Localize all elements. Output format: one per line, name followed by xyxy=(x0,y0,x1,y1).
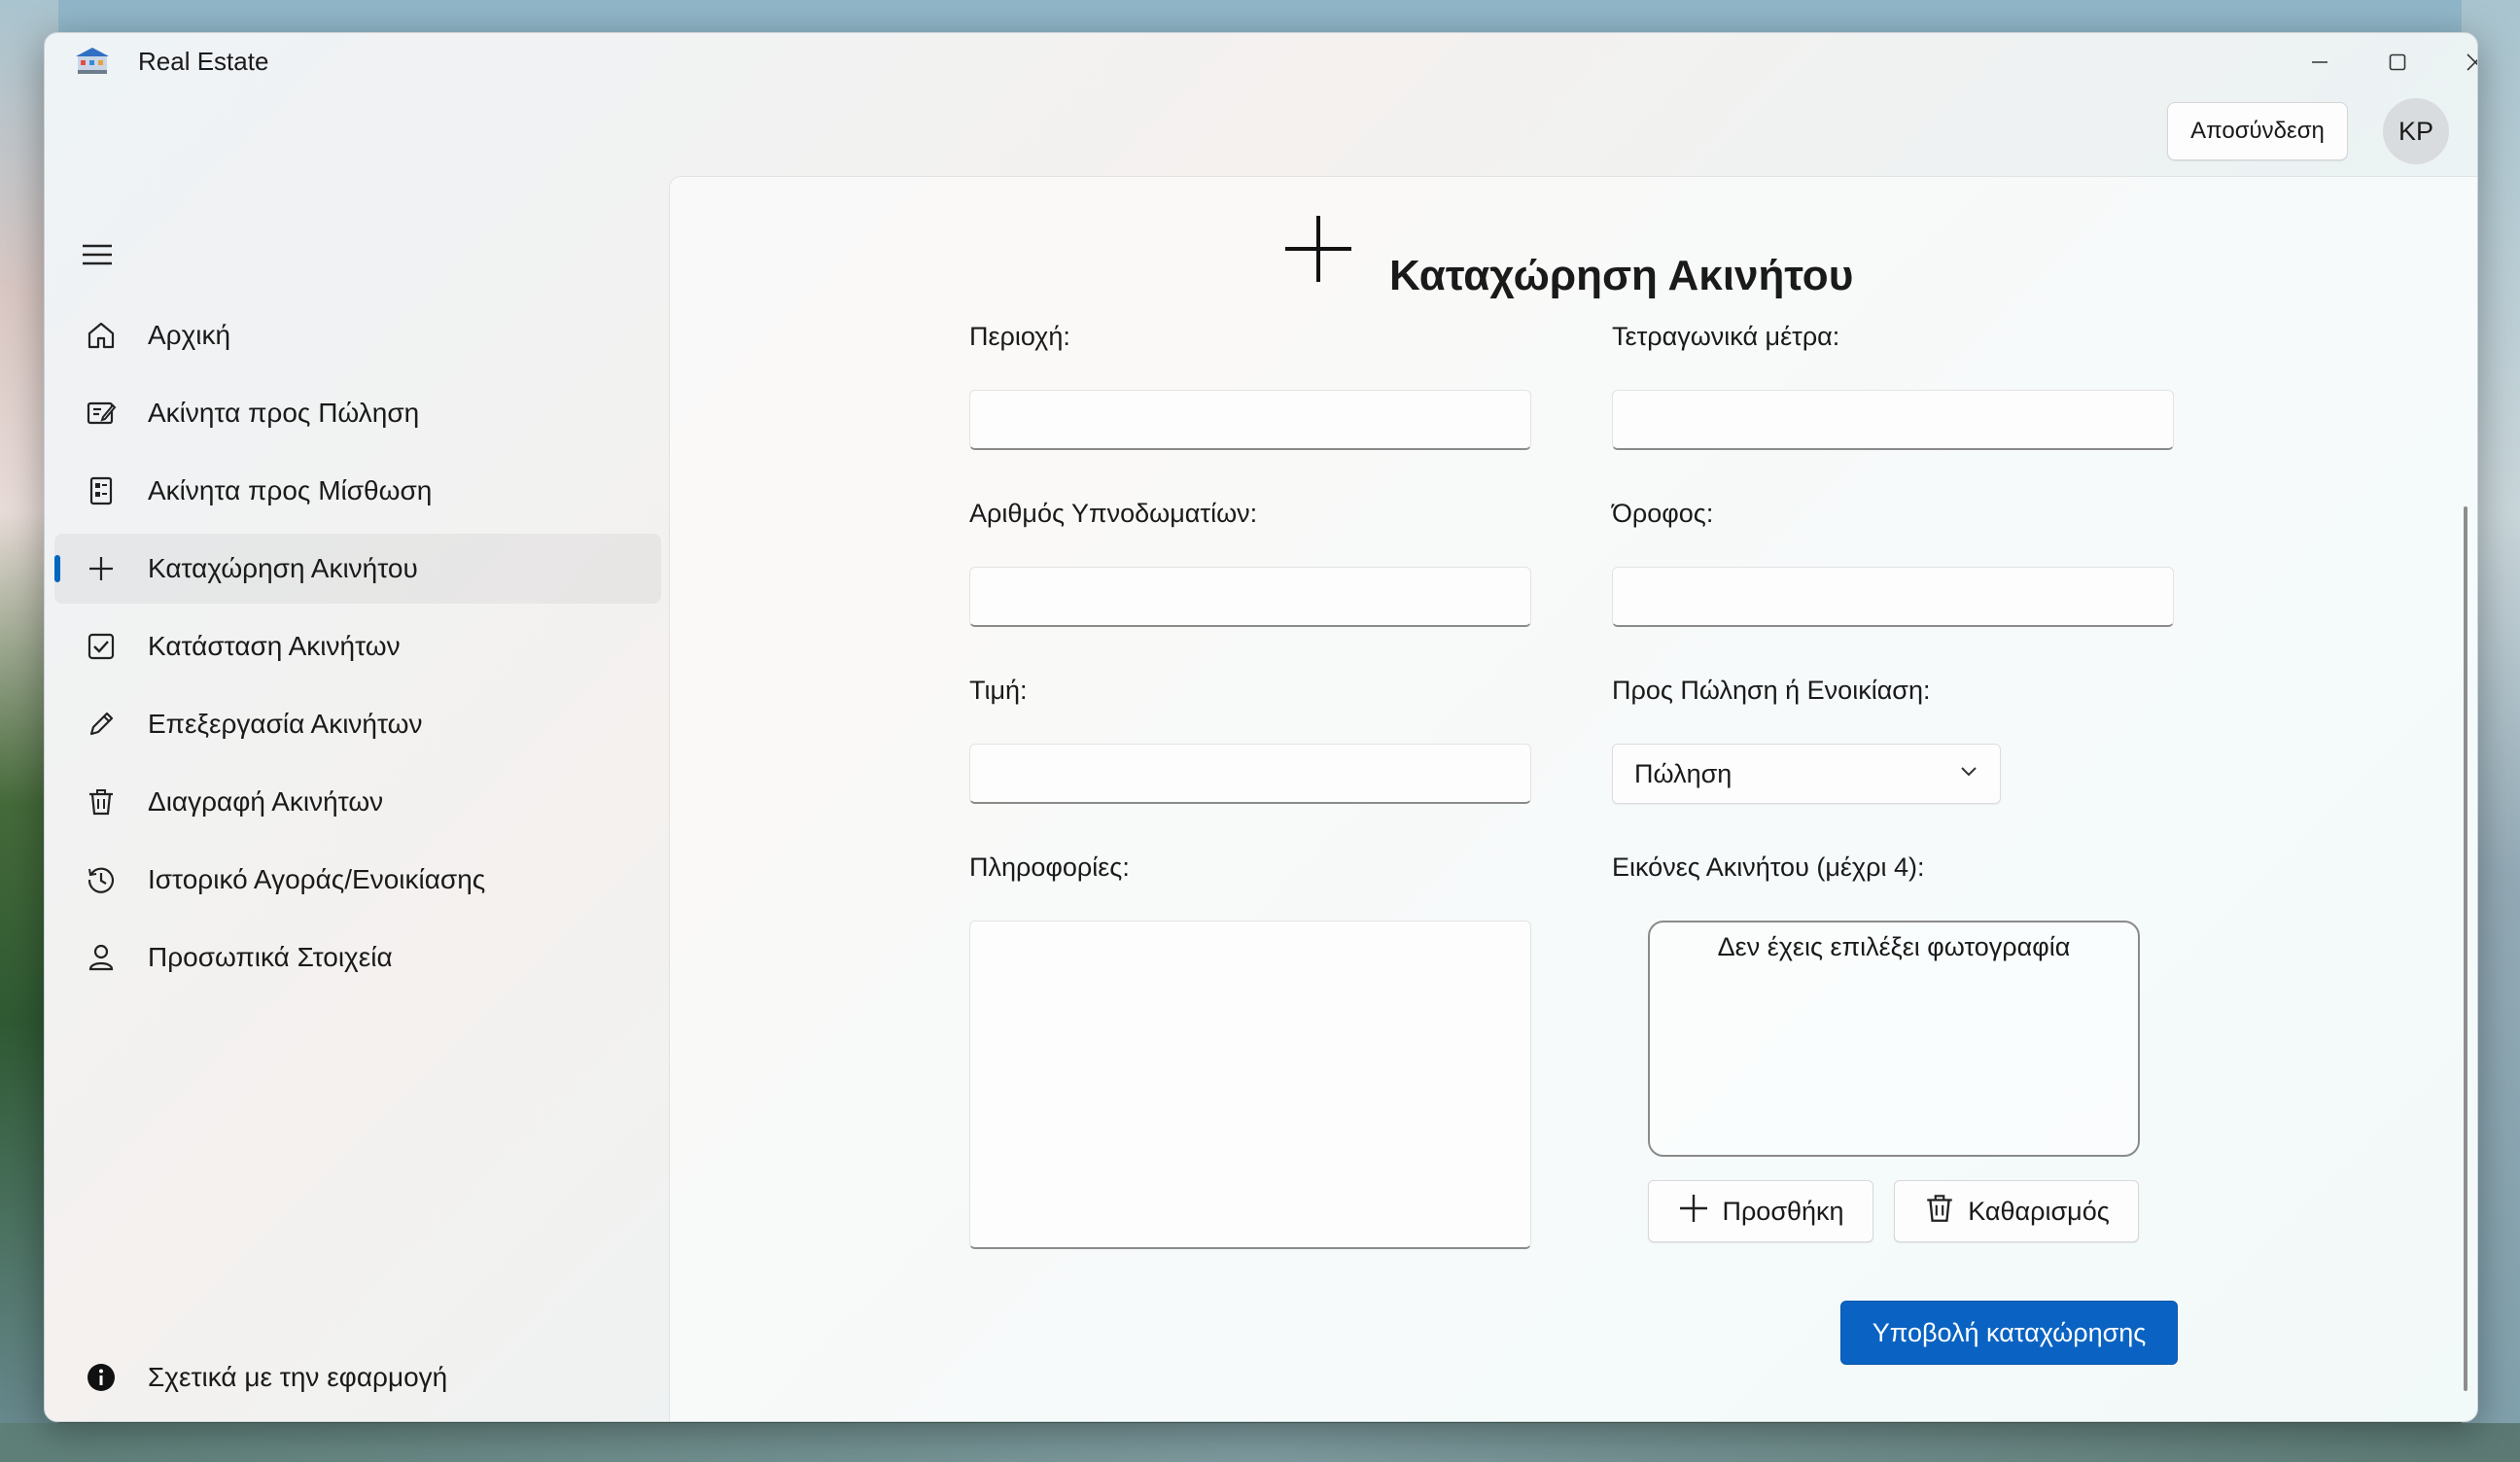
home-icon xyxy=(84,318,119,353)
listing-type-label: Προς Πώληση ή Ενοικίαση: xyxy=(1612,676,1931,705)
info-icon xyxy=(84,1360,119,1395)
logout-button[interactable]: Αποσύνδεση xyxy=(2167,102,2348,160)
desktop-background-bottom xyxy=(0,1423,2520,1462)
plus-icon xyxy=(84,551,119,586)
listing-type-dropdown[interactable]: Πώληση xyxy=(1612,744,2001,804)
app-window: Real Estate Αποσύνδεση KP Αρχική Ακίνητα… xyxy=(44,32,2478,1422)
sidebar-item-label: Επεξεργασία Ακινήτων xyxy=(148,709,423,739)
sidebar-item-property-status[interactable]: Κατάσταση Ακινήτων xyxy=(54,611,661,681)
maximize-button[interactable] xyxy=(2359,33,2436,91)
sidebar-item-about[interactable]: Σχετικά με την εφαρμογή xyxy=(54,1342,661,1412)
person-icon xyxy=(84,940,119,975)
sqm-input[interactable] xyxy=(1612,390,2174,450)
sidebar-item-label: Διαγραφή Ακινήτων xyxy=(148,786,384,817)
sidebar-item-label: Αρχική xyxy=(148,320,231,350)
sidebar-item-label: Κατάσταση Ακινήτων xyxy=(148,631,401,661)
sidebar-item-label: Καταχώρηση Ακινήτου xyxy=(148,553,418,583)
chevron-down-icon xyxy=(1959,765,1978,783)
clear-images-label: Καθαρισμός xyxy=(1968,1196,2110,1226)
pencil-icon xyxy=(84,707,119,742)
sidebar-item-add-property[interactable]: Καταχώρηση Ακινήτου xyxy=(54,534,661,604)
app-title: Real Estate xyxy=(138,47,269,76)
submit-listing-button[interactable]: Υποβολή καταχώρησης xyxy=(1840,1301,2178,1365)
trash-icon xyxy=(1923,1191,1956,1233)
floor-label: Όροφος: xyxy=(1612,499,1714,528)
clear-images-button[interactable]: Καθαρισμός xyxy=(1894,1180,2139,1242)
sidebar-item-personal-info[interactable]: Προσωπικά Στοιχεία xyxy=(54,922,661,992)
sidebar-item-label: Προσωπικά Στοιχεία xyxy=(148,942,393,972)
close-icon xyxy=(2467,53,2477,71)
trash-icon xyxy=(84,784,119,819)
area-label: Περιοχή: xyxy=(969,322,1070,351)
sidebar-item-home[interactable]: Αρχική xyxy=(54,300,661,370)
info-label: Πληροφορίες: xyxy=(969,853,1130,882)
app-logo-icon xyxy=(76,47,109,76)
price-label: Τιμή: xyxy=(969,676,1028,705)
images-label: Εικόνες Ακινήτου (μέχρι 4): xyxy=(1612,853,1925,882)
minimize-icon xyxy=(2312,61,2328,63)
checkbox-icon xyxy=(84,629,119,664)
title-bar[interactable]: Real Estate xyxy=(45,33,2477,91)
selection-indicator xyxy=(54,555,60,582)
sidebar-item-history[interactable]: Ιστορικό Αγοράς/Ενοικίασης xyxy=(54,845,661,915)
floor-input[interactable] xyxy=(1612,567,2174,627)
sqm-label: Τετραγωνικά μέτρα: xyxy=(1612,322,1840,351)
hamburger-icon xyxy=(83,244,112,265)
content-panel xyxy=(669,176,2477,1421)
images-preview-box: Δεν έχεις επιλέξει φωτογραφία xyxy=(1648,921,2140,1157)
plus-icon xyxy=(1677,1192,1710,1232)
bedrooms-label: Αριθμός Υπνοδωματίων: xyxy=(969,499,1258,528)
sidebar-item-label: Σχετικά με την εφαρμογή xyxy=(148,1362,448,1392)
sidebar-item-label: Ακίνητα προς Μίσθωση xyxy=(148,475,433,505)
page-title: Καταχώρηση Ακινήτου xyxy=(1389,252,1854,299)
area-input[interactable] xyxy=(969,390,1531,450)
maximize-icon xyxy=(2389,53,2406,71)
sidebar-item-for-sale[interactable]: Ακίνητα προς Πώληση xyxy=(54,378,661,448)
price-input[interactable] xyxy=(969,744,1531,804)
sidebar-item-label: Ιστορικό Αγοράς/Ενοικίασης xyxy=(148,864,486,894)
images-empty-text: Δεν έχεις επιλέξει φωτογραφία xyxy=(1717,932,2071,961)
sidebar-item-label: Ακίνητα προς Πώληση xyxy=(148,398,420,428)
vertical-scrollbar[interactable] xyxy=(2464,506,2468,1391)
info-textarea[interactable] xyxy=(969,921,1531,1249)
page-title-plus-icon xyxy=(1283,214,1353,289)
bedrooms-input[interactable] xyxy=(969,567,1531,627)
close-button[interactable] xyxy=(2436,33,2477,91)
sidebar-item-delete-properties[interactable]: Διαγραφή Ακινήτων xyxy=(54,767,661,837)
listing-type-value: Πώληση xyxy=(1634,758,1732,788)
sidebar-item-for-rent[interactable]: Ακίνητα προς Μίσθωση xyxy=(54,456,661,526)
history-icon xyxy=(84,862,119,897)
menu-toggle-button[interactable] xyxy=(70,227,124,282)
minimize-button[interactable] xyxy=(2281,33,2359,91)
sidebar-item-edit-properties[interactable]: Επεξεργασία Ακινήτων xyxy=(54,689,661,759)
for-rent-icon xyxy=(84,473,119,508)
add-image-label: Προσθήκη xyxy=(1722,1196,1844,1226)
avatar[interactable]: KP xyxy=(2383,98,2449,164)
for-sale-icon xyxy=(84,396,119,431)
add-image-button[interactable]: Προσθήκη xyxy=(1648,1180,1873,1242)
